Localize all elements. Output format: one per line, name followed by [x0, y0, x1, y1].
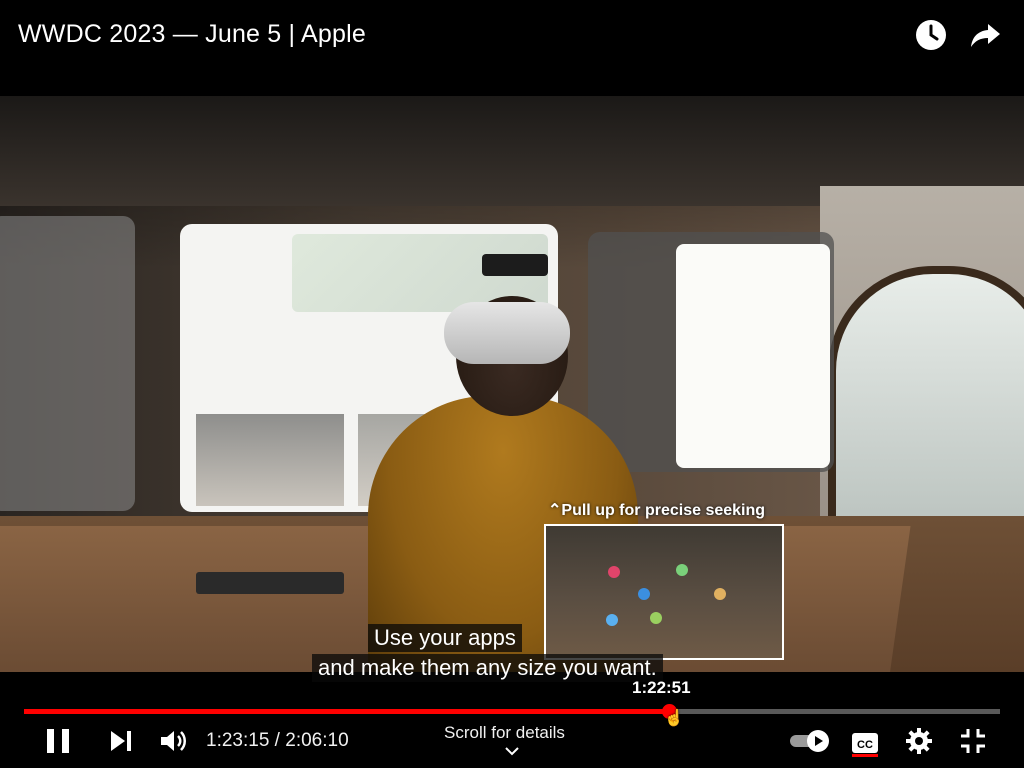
duration: 2:06:10 — [285, 730, 349, 751]
autoplay-toggle-icon[interactable] — [788, 728, 832, 754]
time-separator: / — [269, 730, 286, 751]
volume-icon[interactable] — [158, 726, 188, 756]
caption-line: and make them any size you want. — [312, 654, 663, 682]
next-track-icon[interactable] — [108, 728, 134, 754]
caption-line: Use your apps — [368, 624, 522, 652]
clock-icon[interactable] — [914, 18, 948, 52]
app-icon — [650, 612, 662, 624]
share-arrow-icon[interactable] — [968, 18, 1002, 52]
video-title: WWDC 2023 — June 5 | Apple — [18, 20, 366, 48]
arched-window — [828, 266, 1024, 532]
svg-text:CC: CC — [857, 739, 873, 751]
app-icon — [608, 566, 620, 578]
chevron-down-icon[interactable] — [503, 744, 521, 758]
app-icon — [638, 588, 650, 600]
progress-bar[interactable] — [24, 704, 1000, 719]
exit-fullscreen-icon[interactable] — [958, 726, 988, 756]
seek-preview-time: 1:22:51 — [632, 678, 691, 697]
gear-icon[interactable] — [904, 726, 934, 756]
current-time: 1:23:15 — [206, 730, 270, 751]
messages-panel — [0, 216, 135, 511]
hand-cursor-icon: ☝ — [664, 710, 684, 727]
app-icon — [606, 614, 618, 626]
video-header: WWDC 2023 — June 5 | Apple — [0, 0, 1024, 96]
seek-preview-thumbnail — [544, 524, 784, 660]
room-photo — [196, 414, 344, 506]
notes-page — [676, 244, 830, 468]
video-frame[interactable] — [0, 96, 1024, 672]
scroll-for-details[interactable]: Scroll for details — [444, 723, 565, 743]
booking-cta — [196, 572, 344, 594]
pause-icon[interactable] — [44, 726, 72, 756]
progress-played — [24, 709, 669, 714]
booking-search-button — [482, 254, 548, 276]
app-icon — [676, 564, 688, 576]
vision-headset — [444, 302, 570, 364]
time-display: 1:23:15 / 2:06:10 — [206, 730, 349, 752]
app-icon — [714, 588, 726, 600]
seek-hint: ⌃Pull up for precise seeking — [548, 502, 766, 519]
captions-active-indicator — [852, 754, 878, 757]
